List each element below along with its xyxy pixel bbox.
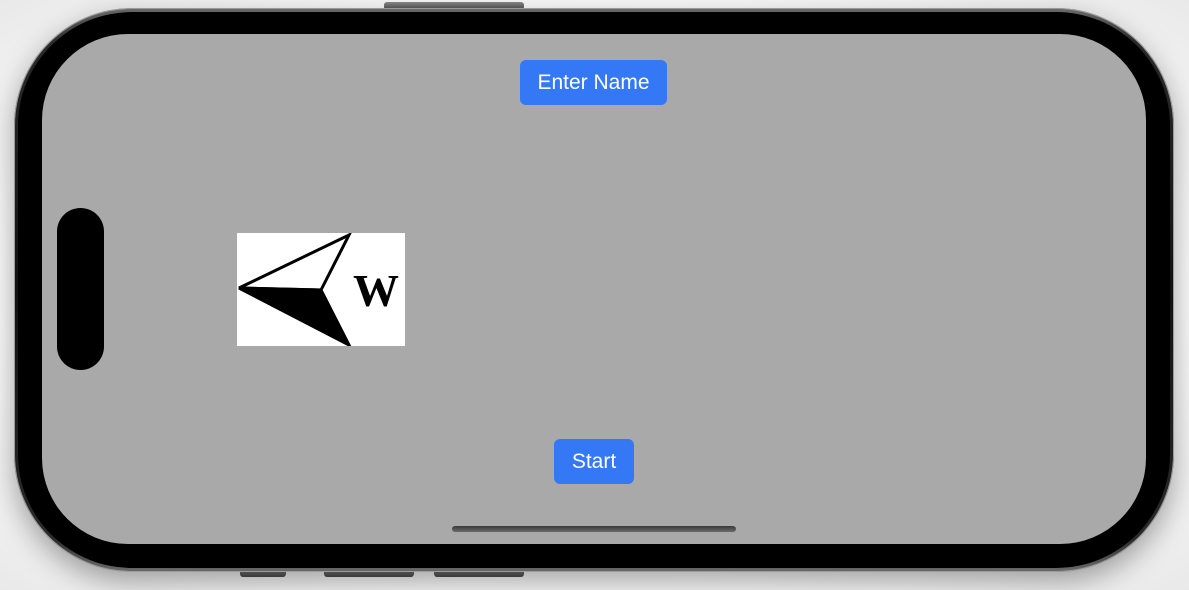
compass-arrow-west-icon: W — [238, 233, 399, 346]
app-screen: Enter Name W Start — [42, 34, 1146, 544]
start-button[interactable]: Start — [554, 439, 634, 484]
compass-heading-letter: W — [353, 265, 399, 316]
enter-name-button[interactable]: Enter Name — [520, 60, 667, 105]
dynamic-island — [57, 208, 104, 370]
device-mockup: Enter Name W Start — [0, 0, 1189, 590]
home-indicator[interactable] — [452, 526, 736, 532]
compass-image: W — [237, 233, 405, 346]
